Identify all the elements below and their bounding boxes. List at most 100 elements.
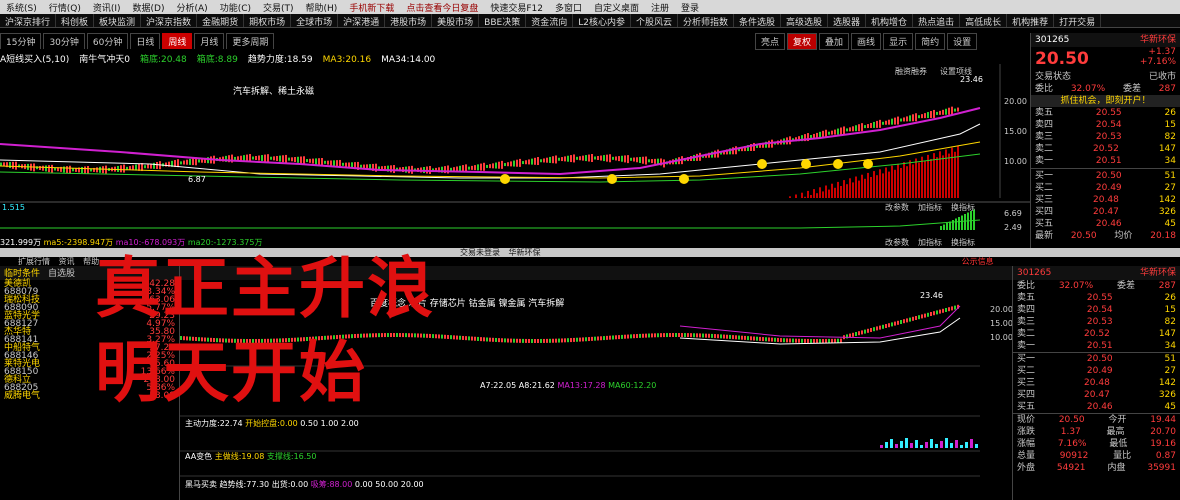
- open-account-banner[interactable]: 抓住机会，即刻开户！: [1031, 95, 1180, 107]
- weibi-label: 委比: [1017, 281, 1036, 291]
- sub-label[interactable]: 换指标: [951, 202, 975, 212]
- disclosure-link[interactable]: 公示信息: [962, 257, 994, 266]
- indicator-bar: [965, 442, 968, 448]
- sub-label[interactable]: 加指标: [918, 202, 942, 212]
- nav-item[interactable]: 高级选股: [781, 14, 829, 27]
- candle: [414, 333, 416, 338]
- order-level: 买一: [1035, 171, 1054, 181]
- candle: [849, 127, 851, 132]
- candle: [954, 108, 956, 112]
- period-tab[interactable]: 15分钟: [0, 33, 42, 49]
- menu-item[interactable]: 行情(Q): [43, 0, 87, 14]
- signal-smile-icon: [500, 174, 510, 184]
- order-level: 买二: [1017, 366, 1036, 376]
- tool-button[interactable]: 显示: [883, 33, 914, 50]
- order-price: 20.52: [1093, 144, 1119, 154]
- volume-bar: [951, 147, 953, 204]
- nav-item[interactable]: 沪深京指数: [141, 14, 198, 27]
- sub-label[interactable]: 换指标: [951, 237, 975, 247]
- candle: [360, 164, 362, 168]
- stat-value: 54921: [1056, 463, 1086, 473]
- nav-item[interactable]: 机构推荐: [1007, 14, 1055, 27]
- candle: [429, 165, 431, 174]
- candle: [294, 157, 296, 163]
- candle: [279, 155, 281, 162]
- menu-item[interactable]: 功能(C): [214, 0, 257, 14]
- candle: [237, 156, 239, 161]
- menu-item[interactable]: 分析(A): [171, 0, 214, 14]
- quote-panel: 301265 华新环保 20.50 +1.37 +7.16% 交易状态 已收市 委比 32…: [1030, 33, 1180, 248]
- sub-label[interactable]: 改参数: [885, 237, 909, 247]
- settings-link[interactable]: 设置项线: [940, 66, 972, 76]
- menu-item[interactable]: 快速交易F12: [484, 0, 549, 14]
- candle: [657, 333, 659, 338]
- tab-temp[interactable]: 临时条件: [0, 269, 44, 279]
- menu-item[interactable]: 系统(S): [0, 0, 43, 14]
- period-tab[interactable]: 30分钟: [43, 33, 85, 49]
- period-tab[interactable]: 月线: [194, 33, 225, 49]
- period-tab[interactable]: 日线: [130, 33, 161, 49]
- nav-item[interactable]: 科创板: [56, 14, 95, 27]
- promo-link[interactable]: 点击查看今日复盘: [400, 0, 484, 14]
- menu-item[interactable]: 扩展行情: [18, 257, 50, 266]
- nav-item[interactable]: 个股风云: [631, 14, 678, 27]
- menu-item[interactable]: 登录: [675, 0, 705, 14]
- menu-item[interactable]: 资讯: [59, 257, 75, 266]
- tool-button[interactable]: 设置: [947, 33, 978, 50]
- nav-item[interactable]: L2核心内参: [573, 14, 631, 27]
- candle: [459, 335, 461, 340]
- upper-sub-chart[interactable]: 1.515 改参数 加指标 换指标 6.69 2.49 321.999万 ma5…: [0, 198, 1030, 248]
- menu-item[interactable]: 交易(T): [257, 0, 300, 14]
- candle: [660, 333, 662, 338]
- candle: [900, 320, 902, 324]
- nav-item[interactable]: 沪深京排行: [0, 14, 57, 27]
- nav-item[interactable]: 港股市场: [385, 14, 433, 27]
- candle: [261, 155, 263, 162]
- macd-bar: [940, 226, 942, 230]
- nav-item[interactable]: 期权市场: [244, 14, 292, 27]
- candle: [513, 338, 515, 343]
- menu-item[interactable]: 资讯(I): [87, 0, 127, 14]
- candle: [648, 159, 650, 163]
- nav-item[interactable]: 高低成长: [960, 14, 1008, 27]
- menu-item[interactable]: 帮助(H): [300, 0, 344, 14]
- nav-item[interactable]: 打开交易: [1054, 14, 1102, 27]
- sub-label[interactable]: 改参数: [885, 202, 909, 212]
- candle: [345, 162, 347, 167]
- nav-item[interactable]: 美股市场: [432, 14, 480, 27]
- nav-item[interactable]: 资金流向: [526, 14, 574, 27]
- tool-button[interactable]: 画线: [851, 33, 882, 50]
- menu-item[interactable]: 多窗口: [549, 0, 588, 14]
- order-level: 买五: [1017, 402, 1036, 412]
- tool-button[interactable]: 简约: [915, 33, 946, 50]
- nav-item[interactable]: 金融期货: [197, 14, 245, 27]
- menu-item[interactable]: 数据(D): [127, 0, 171, 14]
- tab-watchlist[interactable]: 自选股: [44, 269, 79, 279]
- tool-button[interactable]: 复权: [787, 33, 818, 50]
- nav-item[interactable]: 分析师指数: [678, 14, 734, 27]
- candle: [39, 165, 41, 170]
- nav-item[interactable]: 机构增仓: [866, 14, 914, 27]
- nav-item[interactable]: 板块监测: [94, 14, 142, 27]
- tool-button[interactable]: 叠加: [819, 33, 850, 50]
- sub-label[interactable]: 加指标: [918, 237, 942, 247]
- menu-item[interactable]: 注册: [645, 0, 675, 14]
- period-tab[interactable]: 更多周期: [226, 33, 275, 49]
- macd-bar: [946, 223, 948, 230]
- nav-item[interactable]: 全球市场: [291, 14, 339, 27]
- params-link[interactable]: 融资融券: [895, 66, 927, 76]
- nav-item[interactable]: 沪深港通: [338, 14, 386, 27]
- candle: [639, 156, 641, 163]
- nav-item[interactable]: 选股器: [828, 14, 867, 27]
- order-volume: 82: [1164, 317, 1176, 327]
- nav-item[interactable]: 热点追击: [913, 14, 961, 27]
- tool-button[interactable]: 亮点: [755, 33, 786, 50]
- menu-item[interactable]: 自定义桌面: [588, 0, 645, 14]
- nav-item[interactable]: 条件选股: [734, 14, 782, 27]
- promo-link[interactable]: 手机新下载: [343, 0, 400, 14]
- nav-item[interactable]: BBE决策: [479, 14, 527, 27]
- period-tab[interactable]: 周线: [162, 33, 193, 49]
- period-tab[interactable]: 60分钟: [86, 33, 129, 49]
- order-book-row: 买二 20.49 27: [1031, 182, 1180, 194]
- candle: [255, 156, 257, 161]
